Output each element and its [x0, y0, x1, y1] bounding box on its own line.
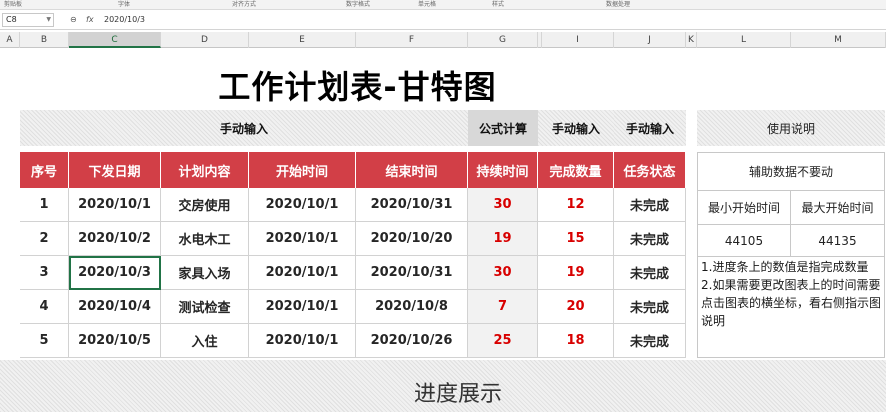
column-header-d[interactable]: D [161, 32, 249, 48]
table-cell-issue-date-selected[interactable]: 2020/10/3 [69, 256, 161, 290]
aux-data-panel: 辅助数据不要动 最小开始时间 最大开始时间 44105 44135 1.进度条上… [697, 152, 885, 358]
table-cell-completed-qty[interactable]: 19 [538, 256, 614, 290]
chevron-down-icon[interactable]: ▼ [46, 14, 51, 26]
band-instructions[interactable]: 使用说明 [697, 110, 885, 146]
table-cell-end-time[interactable]: 2020/10/26 [356, 324, 468, 358]
table-cell-end-time[interactable]: 2020/10/20 [356, 222, 468, 256]
usage-notes[interactable]: 1.进度条上的数值是指完成数量 2.如果需要更改图表上的时间需要点击图表的横坐标… [701, 258, 885, 330]
table-cell-plan-content[interactable]: 水电木工 [161, 222, 249, 256]
header-task-status[interactable]: 任务状态 [614, 152, 686, 188]
table-cell-task-status[interactable]: 未完成 [614, 256, 686, 290]
table-cell-index[interactable]: 4 [20, 290, 69, 324]
aux-heading[interactable]: 辅助数据不要动 [698, 153, 884, 191]
column-header-j[interactable]: J [614, 32, 686, 48]
note-line-2: 2.如果需要更改图表上的时间需要点击图表的横坐标，看右侧指示图说明 [701, 278, 882, 328]
table-cell-start-time[interactable]: 2020/10/1 [249, 290, 356, 324]
header-start-time[interactable]: 开始时间 [249, 152, 356, 188]
column-header-b[interactable]: B [20, 32, 69, 48]
chart-title: 进度展示 [413, 382, 502, 407]
table-cell-end-time[interactable]: 2020/10/31 [356, 256, 468, 290]
table-cell-duration[interactable]: 7 [468, 290, 538, 324]
note-line-1: 1.进度条上的数值是指完成数量 [701, 260, 869, 274]
name-box-value: C8 [6, 15, 17, 24]
column-header-k[interactable]: K [686, 32, 697, 48]
table-cell-duration[interactable]: 25 [468, 324, 538, 358]
column-header-f[interactable]: F [356, 32, 468, 48]
table-cell-task-status[interactable]: 未完成 [614, 290, 686, 324]
ribbon-group-alignment[interactable]: 对齐方式 [232, 0, 256, 9]
progress-chart-area[interactable]: 进度展示 [0, 360, 886, 412]
column-header-i[interactable]: I [542, 32, 614, 48]
table-cell-index[interactable]: 1 [20, 188, 69, 222]
table-cell-start-time[interactable]: 2020/10/1 [249, 222, 356, 256]
column-header-l[interactable]: L [697, 32, 791, 48]
worksheet: 工作计划表-甘特图 手动输入 公式计算 手动输入 手动输入 使用说明 序号 下发… [0, 48, 886, 412]
max-start-value[interactable]: 44135 [791, 225, 884, 257]
header-plan-content[interactable]: 计划内容 [161, 152, 249, 188]
min-start-label[interactable]: 最小开始时间 [698, 191, 791, 225]
table-cell-start-time[interactable]: 2020/10/1 [249, 256, 356, 290]
column-header-e[interactable]: E [249, 32, 356, 48]
header-completed-qty[interactable]: 完成数量 [538, 152, 614, 188]
table-cell-plan-content[interactable]: 家具入场 [161, 256, 249, 290]
ribbon-group-labels: 剪贴板 字体 对齐方式 数字格式 单元格 样式 数据处理 [0, 0, 886, 10]
column-header-g[interactable]: G [468, 32, 538, 48]
table-cell-duration[interactable]: 30 [468, 188, 538, 222]
table-cell-issue-date[interactable]: 2020/10/4 [69, 290, 161, 324]
table-cell-start-time[interactable]: 2020/10/1 [249, 324, 356, 358]
table-cell-issue-date[interactable]: 2020/10/1 [69, 188, 161, 222]
min-start-value[interactable]: 44105 [698, 225, 791, 257]
header-end-time[interactable]: 结束时间 [356, 152, 468, 188]
column-header-c[interactable]: C [69, 32, 161, 48]
ribbon-group-number[interactable]: 数字格式 [346, 0, 370, 9]
ribbon-group-styles[interactable]: 样式 [492, 0, 504, 9]
column-headers: A B C D E F G H I J K L M [0, 32, 886, 48]
max-start-label[interactable]: 最大开始时间 [791, 191, 884, 225]
table-cell-index[interactable]: 2 [20, 222, 69, 256]
header-index[interactable]: 序号 [20, 152, 69, 188]
table-cell-completed-qty[interactable]: 15 [538, 222, 614, 256]
table-cell-completed-qty[interactable]: 18 [538, 324, 614, 358]
table-cell-duration[interactable]: 30 [468, 256, 538, 290]
table-cell-issue-date[interactable]: 2020/10/2 [69, 222, 161, 256]
table-cell-completed-qty[interactable]: 20 [538, 290, 614, 324]
formula-bar: C8 ▼ ⊖ fx 2020/10/3 [0, 10, 886, 30]
ribbon-group-data[interactable]: 数据处理 [606, 0, 630, 9]
table-cell-plan-content[interactable]: 入住 [161, 324, 249, 358]
ribbon-group-font[interactable]: 字体 [118, 0, 130, 9]
table-cell-task-status[interactable]: 未完成 [614, 324, 686, 358]
formula-input[interactable]: 2020/10/3 [104, 14, 145, 26]
table-cell-index[interactable]: 3 [20, 256, 69, 290]
band-formula-calc[interactable]: 公式计算 [468, 110, 538, 146]
band-manual-input-completed[interactable]: 手动输入 [538, 110, 614, 146]
cancel-icon[interactable]: ⊖ [70, 14, 77, 26]
sheet-title[interactable]: 工作计划表-甘特图 [20, 66, 695, 108]
table-cell-task-status[interactable]: 未完成 [614, 188, 686, 222]
function-icon[interactable]: fx [86, 14, 94, 26]
column-header-a[interactable]: A [0, 32, 20, 48]
table-cell-start-time[interactable]: 2020/10/1 [249, 188, 356, 222]
table-cell-completed-qty[interactable]: 12 [538, 188, 614, 222]
table-cell-task-status[interactable]: 未完成 [614, 222, 686, 256]
table-cell-end-time[interactable]: 2020/10/8 [356, 290, 468, 324]
column-header-m[interactable]: M [791, 32, 886, 48]
table-cell-duration[interactable]: 19 [468, 222, 538, 256]
table-cell-plan-content[interactable]: 交房使用 [161, 188, 249, 222]
header-issue-date[interactable]: 下发日期 [69, 152, 161, 188]
ribbon-group-clipboard[interactable]: 剪贴板 [4, 0, 22, 9]
header-duration[interactable]: 持续时间 [468, 152, 538, 188]
table-cell-plan-content[interactable]: 测试检查 [161, 290, 249, 324]
table-cell-index[interactable]: 5 [20, 324, 69, 358]
name-box[interactable]: C8 ▼ [2, 13, 54, 27]
table-cell-end-time[interactable]: 2020/10/31 [356, 188, 468, 222]
table-cell-issue-date[interactable]: 2020/10/5 [69, 324, 161, 358]
band-manual-input-status[interactable]: 手动输入 [614, 110, 686, 146]
ribbon-group-cells[interactable]: 单元格 [418, 0, 436, 9]
band-manual-input[interactable]: 手动输入 [20, 110, 468, 146]
